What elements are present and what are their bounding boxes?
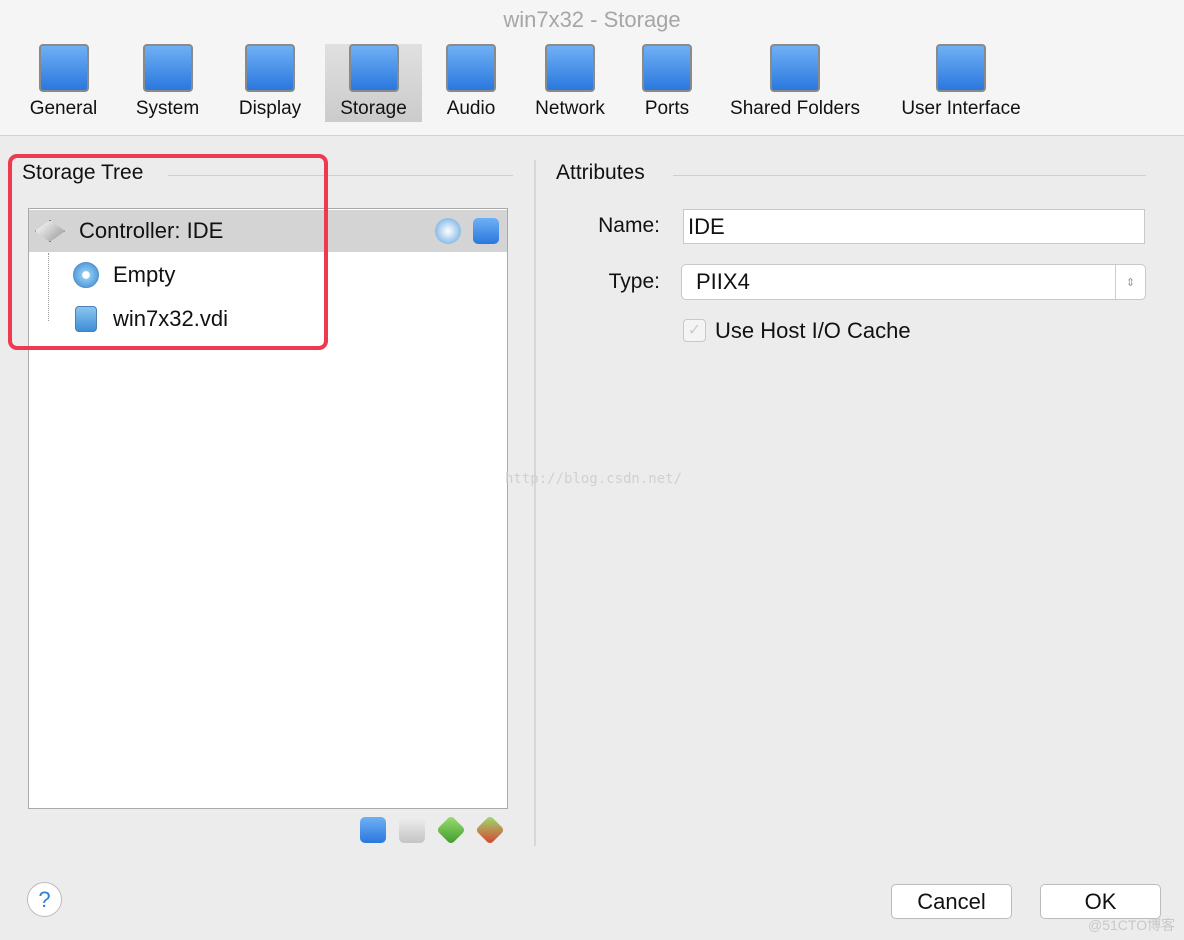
tab-shared-folders[interactable]: Shared Folders: [724, 44, 866, 122]
user-interface-icon: [936, 44, 986, 92]
tab-user-interface[interactable]: User Interface: [895, 44, 1027, 122]
tab-label: Ports: [644, 98, 690, 119]
corner-watermark: @51CTO博客: [1088, 917, 1176, 933]
add-controller-icon[interactable]: [360, 817, 386, 843]
tab-system[interactable]: System: [130, 44, 205, 122]
tab-label: User Interface: [901, 98, 1021, 119]
storage-icon: [348, 44, 399, 92]
window-title: win7x32 - Storage: [503, 7, 681, 32]
display-icon: [245, 44, 295, 92]
tab-general[interactable]: General: [26, 44, 101, 122]
divider: [673, 175, 1146, 176]
use-host-io-cache-checkbox[interactable]: ✓: [683, 319, 706, 342]
highlight-box: [8, 154, 328, 350]
tab-label: System: [135, 98, 200, 119]
shared-folders-icon: [770, 44, 820, 92]
tab-storage[interactable]: Storage: [325, 44, 422, 122]
cancel-button[interactable]: Cancel: [891, 884, 1012, 919]
tab-label: Storage: [340, 98, 407, 119]
remove-controller-icon[interactable]: [399, 817, 425, 843]
audio-icon: [446, 44, 496, 92]
tab-ports[interactable]: Ports: [636, 44, 698, 122]
tab-audio[interactable]: Audio: [440, 44, 502, 122]
add-attachment-icon[interactable]: [436, 815, 466, 845]
panel-divider: [534, 160, 536, 846]
add-hard-disk-icon[interactable]: [473, 218, 499, 244]
tab-display[interactable]: Display: [232, 44, 308, 122]
use-host-io-cache-label: Use Host I/O Cache: [715, 318, 911, 343]
name-input[interactable]: IDE: [683, 209, 1145, 244]
general-icon: [38, 44, 89, 92]
remove-attachment-icon[interactable]: [475, 815, 505, 845]
tab-label: Network: [535, 98, 605, 119]
system-icon: [142, 44, 193, 92]
add-optical-drive-icon[interactable]: [435, 218, 461, 244]
ok-button[interactable]: OK: [1040, 884, 1161, 919]
network-icon: [545, 44, 595, 92]
select-arrows-icon: ⇕: [1115, 265, 1145, 299]
tab-label: Shared Folders: [730, 98, 860, 119]
type-value: PIIX4: [696, 269, 750, 294]
tab-label: Display: [238, 98, 302, 119]
ports-icon: [642, 44, 692, 92]
attributes-heading: Attributes: [556, 161, 645, 184]
name-label: Name:: [598, 214, 660, 237]
tab-label: General: [29, 98, 98, 119]
tab-label: Audio: [446, 98, 496, 119]
type-select[interactable]: PIIX4 ⇕: [681, 264, 1146, 300]
type-label: Type:: [608, 270, 660, 293]
help-button[interactable]: ?: [27, 882, 62, 917]
tab-network[interactable]: Network: [530, 44, 610, 122]
watermark: http://blog.csdn.net/: [505, 471, 683, 487]
